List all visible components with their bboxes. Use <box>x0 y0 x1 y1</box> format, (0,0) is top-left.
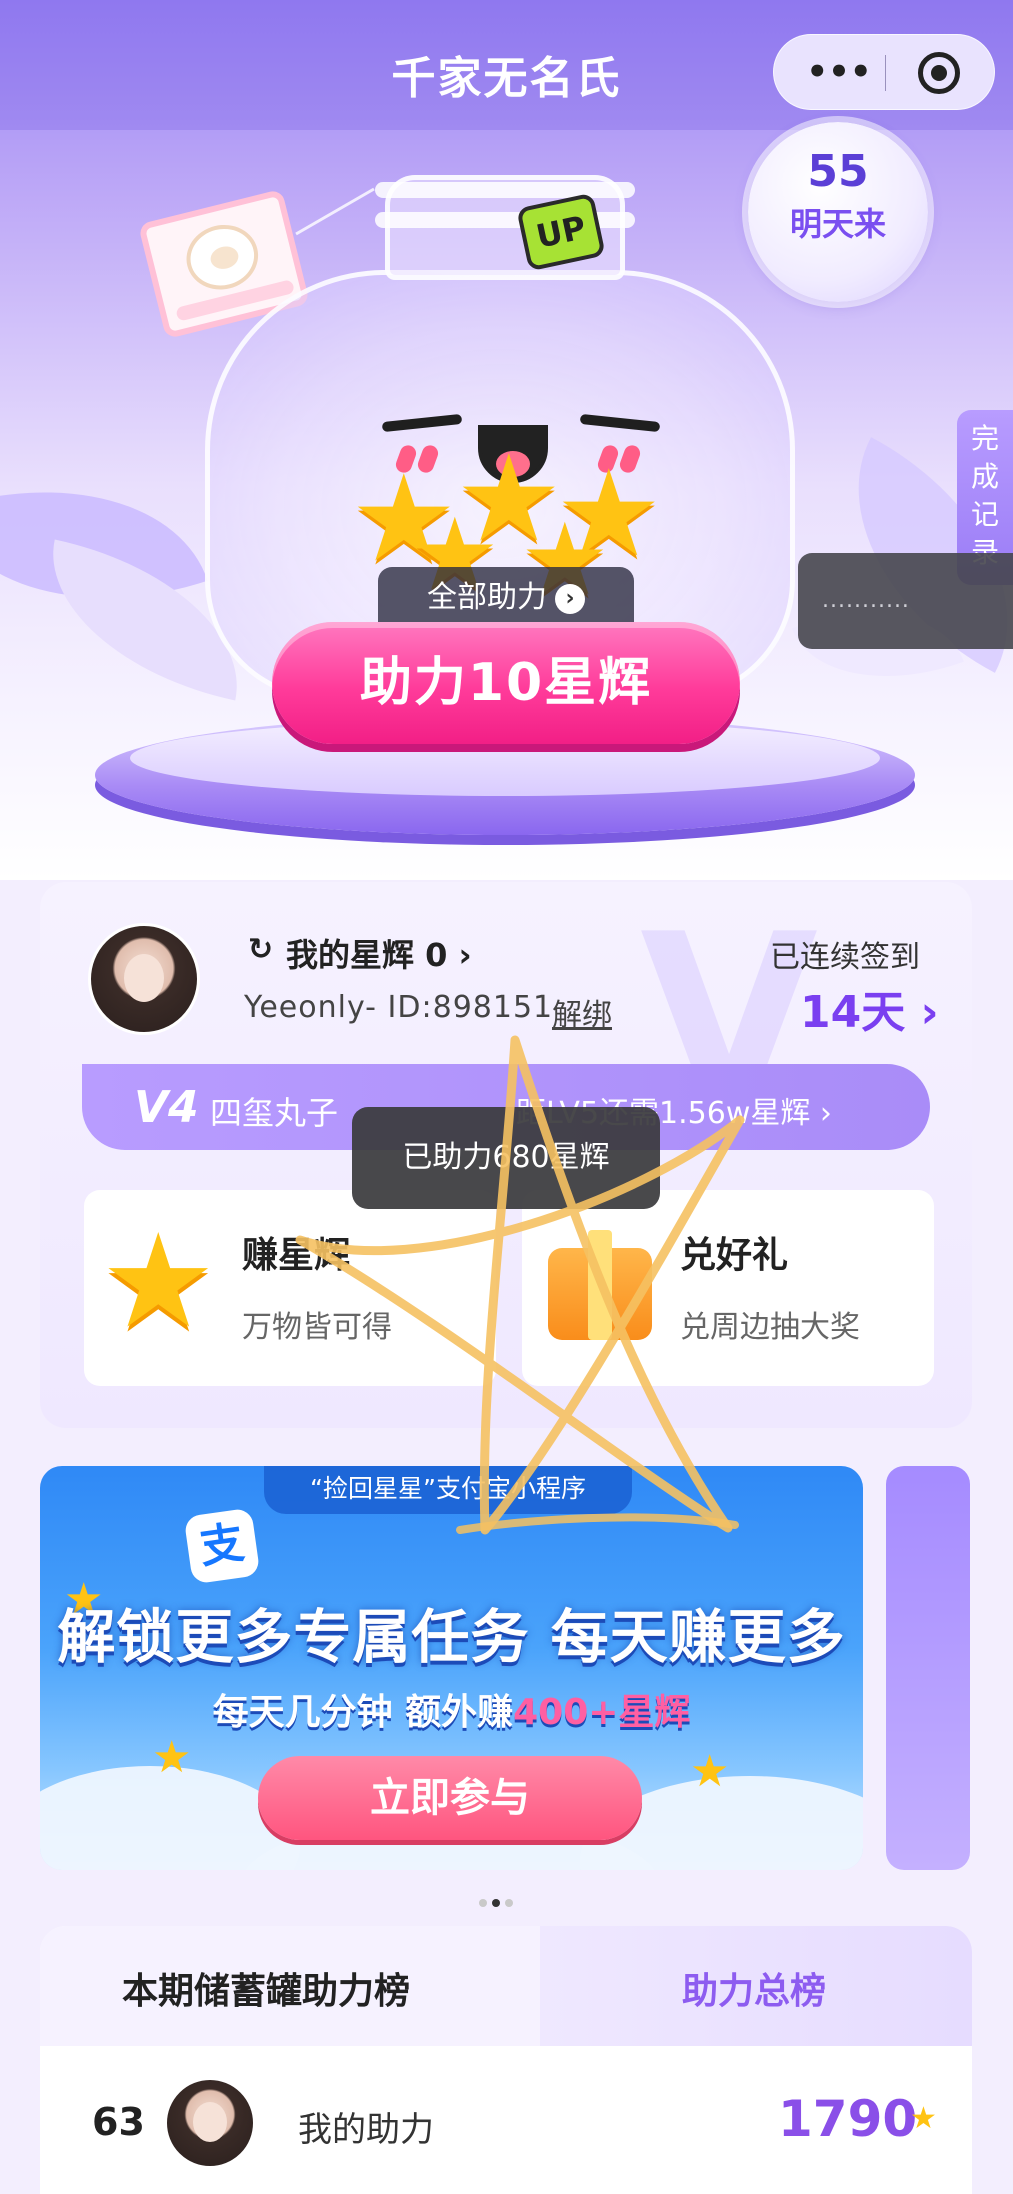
refresh-icon[interactable]: ↻ <box>248 934 280 966</box>
my-rank-number: 63 <box>92 2100 145 2144</box>
tab-current-ranking[interactable]: 本期储蓄罐助力榜 <box>122 1962 410 2014</box>
my-help-label: 我的助力 <box>298 2110 434 2150</box>
user-id: Yeeonly- ID:898151 <box>244 990 554 1025</box>
join-button[interactable]: 立即参与 <box>258 1756 642 1840</box>
redeem-subtitle: 兑周边抽大奖 <box>680 1310 860 1345</box>
redeem-title: 兑好礼 <box>680 1235 789 1276</box>
star-icon: ★ <box>690 1746 730 1797</box>
jar-lip <box>375 182 635 198</box>
my-stars-link[interactable]: 我的星辉 0 › <box>286 930 472 976</box>
level-name: 四玺丸子 <box>210 1094 339 1132</box>
banner-sub-prefix: 每天几分钟 额外赚 <box>212 1692 514 1733</box>
carousel-dot-active[interactable] <box>492 1899 500 1907</box>
side-toast: ........... <box>798 553 1013 649</box>
countdown-text: 明天来 <box>789 205 886 243</box>
target-icon[interactable] <box>918 52 960 94</box>
countdown-bubble[interactable]: 55 明天来 <box>748 122 928 302</box>
star-icon: ★ <box>910 2101 937 2136</box>
carousel-dot[interactable] <box>505 1899 513 1907</box>
mini-program-capsule: ••• <box>773 34 995 110</box>
mini-program-tag: “捡回星星”支付宝小程序 <box>264 1466 632 1514</box>
carousel-dots <box>479 1892 535 1907</box>
all-help-button[interactable]: 全部助力 › <box>378 567 634 629</box>
all-help-label: 全部助力 <box>427 580 547 615</box>
chevron-right-icon: › <box>555 583 585 614</box>
banner-sub-highlight: 400+星辉 <box>513 1692 691 1733</box>
side-tab-char: 完 <box>970 422 999 455</box>
sheep-icon <box>179 217 265 297</box>
toast-message: 已助力680星辉 <box>352 1107 660 1209</box>
side-tab-char: 记 <box>970 498 999 531</box>
help-button[interactable]: 助力10星辉 <box>272 622 740 744</box>
avatar <box>164 2077 256 2169</box>
banner-subline: 每天几分钟 额外赚400+星辉 <box>40 1683 863 1735</box>
star-icon: ★ <box>152 1732 192 1783</box>
gift-box-icon <box>548 1230 652 1340</box>
streak-label: 已连续签到 <box>770 940 920 975</box>
unbind-link[interactable]: 解绑 <box>552 990 612 1034</box>
carousel-dot[interactable] <box>479 1899 487 1907</box>
capsule-divider <box>885 55 886 91</box>
alipay-icon: 支 <box>183 1507 261 1585</box>
star-mascot-icon: ★ <box>100 1205 217 1357</box>
banner-headline: 解锁更多专属任务 每天赚更多 <box>57 1603 846 1671</box>
streak-days-link[interactable]: 14天 › <box>800 976 939 1040</box>
earn-title: 赚星辉 <box>242 1235 351 1276</box>
tab-total-ranking[interactable]: 助力总榜 <box>682 1962 826 2014</box>
more-icon[interactable]: ••• <box>804 50 874 94</box>
avatar[interactable] <box>88 923 200 1035</box>
side-tab-char: 成 <box>970 460 999 493</box>
my-help-score: 1790 <box>778 2090 918 2148</box>
level-badge: V4 <box>134 1082 199 1133</box>
countdown-number: 55 <box>807 146 869 197</box>
earn-subtitle: 万物皆可得 <box>242 1310 392 1345</box>
next-banner-peek[interactable] <box>886 1466 970 1870</box>
